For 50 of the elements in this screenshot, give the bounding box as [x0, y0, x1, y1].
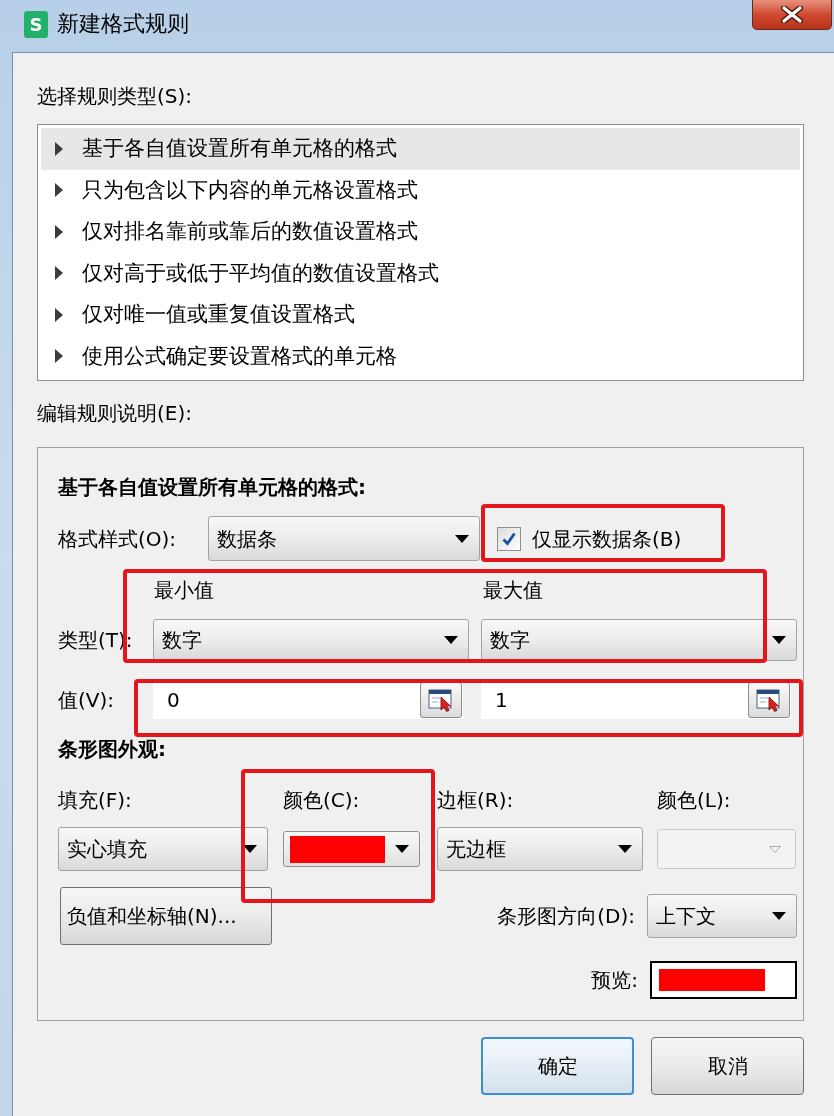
color-dropdown[interactable] — [283, 831, 420, 867]
section-label: 编辑规则说明(E): — [37, 400, 193, 427]
dialog-button[interactable]: 取消 — [651, 1037, 804, 1095]
caret-icon — [769, 845, 781, 853]
field-label: 颜色(L): — [657, 787, 732, 814]
triangle-icon — [55, 224, 63, 239]
caret-icon — [243, 845, 257, 853]
caret-icon — [618, 845, 632, 853]
rule-heading: 基于各自值设置所有单元格的格式: — [58, 474, 367, 501]
window-title: 新建格式规则 — [57, 10, 189, 38]
value-input[interactable]: 1 — [481, 681, 791, 719]
direction-dropdown[interactable]: 上下文 — [647, 894, 797, 938]
triangle-icon — [55, 266, 63, 281]
type-dropdown[interactable]: 数字 — [481, 619, 797, 661]
close-icon — [781, 6, 803, 23]
close-button[interactable] — [752, 0, 832, 30]
rule-type-item[interactable]: 基于各自值设置所有单元格的格式 — [41, 128, 800, 170]
field-label: 条形图方向(D): — [497, 903, 635, 930]
field-label: 预览: — [591, 967, 638, 994]
caret-icon — [395, 845, 409, 853]
caret-icon — [455, 534, 469, 543]
triangle-icon — [55, 141, 63, 156]
caret-icon — [772, 912, 786, 920]
checkbox[interactable] — [497, 526, 521, 551]
field-label: 值(V): — [58, 687, 116, 714]
range-select-button[interactable] — [420, 682, 462, 718]
caret-icon — [444, 636, 458, 644]
value-input[interactable]: 0 — [153, 681, 463, 719]
field-label: 边框(R): — [437, 787, 515, 814]
triangle-icon — [55, 349, 63, 364]
column-heading: 最小值 — [153, 577, 215, 604]
field-label: 格式样式(O): — [58, 525, 178, 553]
caret-icon — [772, 636, 786, 644]
section-heading: 条形图外观: — [58, 736, 167, 763]
app-logo: S — [24, 10, 48, 38]
field-label: 颜色(C): — [283, 787, 361, 814]
column-heading: 最大值 — [482, 577, 544, 604]
checkbox-label[interactable]: 仅显示数据条(B) — [532, 523, 682, 554]
dialog-button[interactable]: 确定 — [481, 1037, 634, 1095]
type-dropdown[interactable]: 数字 — [153, 619, 469, 661]
section-label: 选择规则类型(S): — [37, 83, 194, 110]
axis-settings-button[interactable]: 负值和坐标轴(N)... — [60, 887, 272, 945]
triangle-icon — [55, 307, 63, 322]
range-select-button[interactable] — [748, 682, 790, 718]
border-dropdown[interactable]: 无边框 — [437, 827, 643, 871]
triangle-icon — [55, 183, 63, 198]
checkmark-icon — [501, 530, 517, 547]
fill-dropdown[interactable]: 实心填充 — [58, 827, 268, 871]
field-label: 填充(F): — [58, 787, 133, 814]
format-style-dropdown[interactable]: 数据条 — [208, 516, 480, 561]
